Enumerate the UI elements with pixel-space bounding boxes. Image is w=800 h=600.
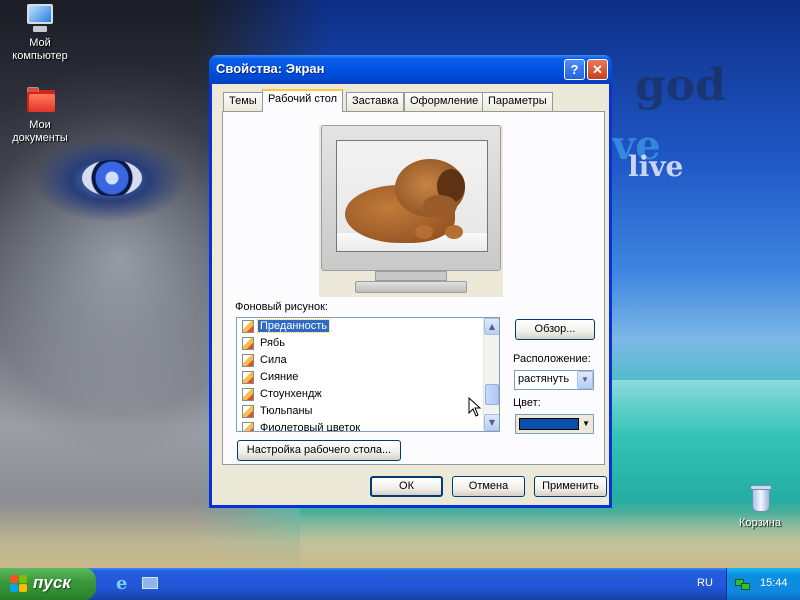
help-button[interactable]: ? [564,59,585,80]
desktop-tab-panel: Фоновый рисунок: Преданность Рябь Сила С… [222,111,605,465]
scroll-up-arrow-icon[interactable]: ▲ [484,318,499,335]
desktop-icon-label: Мои [29,119,51,131]
my-documents-folder-icon [24,84,56,116]
image-file-icon [242,371,254,384]
desktop-icon-my-documents[interactable]: Мои документы [2,84,78,145]
wallpaper-beach-image [0,500,800,568]
wallpaper-item-label: Тюльпаны [260,405,313,417]
position-value: растянуть [518,373,570,385]
wallpaper-list-item[interactable]: Фиолетовый цветок [237,420,499,432]
desktop-icon-my-computer[interactable]: Мой компьютер [2,2,78,63]
tab-appearance[interactable]: Оформление [404,92,485,111]
mouse-cursor-icon [468,397,482,417]
desktop-icon-label: документы [12,132,68,144]
dialog-titlebar[interactable]: Свойства: Экран ? ✕ [209,55,612,84]
network-icon[interactable] [735,577,751,591]
recycle-bin-icon [744,482,776,514]
wallpaper-list[interactable]: Преданность Рябь Сила Сияние Стоунхендж … [236,317,500,432]
wallpaper-label: Фоновый рисунок: [235,301,328,313]
apply-button[interactable]: Применить [534,476,607,497]
desktop-icon-label: Корзина [739,517,781,529]
color-swatch [519,418,579,430]
color-label: Цвет: [513,397,541,409]
internet-explorer-icon[interactable]: e [116,574,136,594]
desktop-icon-label: Мой [29,37,51,49]
scroll-down-arrow-icon[interactable]: ▼ [484,414,499,431]
dialog-title: Свойства: Экран [216,61,325,76]
monitor-frame [321,125,501,271]
image-file-icon [242,388,254,401]
tab-screensaver[interactable]: Заставка [346,92,405,111]
image-file-icon [242,320,254,333]
ok-button[interactable]: ОК [370,476,443,497]
wallpaper-item-label: Сияние [260,371,299,383]
wallpaper-list-item[interactable]: Сияние [237,369,499,386]
scroll-thumb[interactable] [485,384,499,405]
image-file-icon [242,405,254,418]
tab-desktop[interactable]: Рабочий стол [262,89,344,112]
chevron-down-icon[interactable]: ▼ [577,371,593,389]
position-label: Расположение: [513,353,591,365]
my-computer-icon [24,2,56,34]
wallpaper-item-label: Стоунхендж [260,388,322,400]
help-icon: ? [570,62,579,77]
color-picker-button[interactable]: ▼ [515,414,594,434]
wallpaper-item-label: Рябь [260,337,285,349]
close-button[interactable]: ✕ [587,59,608,80]
show-desktop-icon[interactable] [140,574,160,594]
desktop-icon-recycle-bin[interactable]: Корзина [722,482,798,530]
taskbar: пуск e RU 15:44 [0,568,800,600]
tab-settings[interactable]: Параметры [482,92,553,111]
image-file-icon [242,354,254,367]
monitor-neck [375,271,447,281]
chevron-down-icon: ▼ [582,419,590,428]
clock[interactable]: 15:44 [760,577,788,589]
wallpaper-list-item[interactable]: Преданность [237,318,499,335]
puppy-preview-image [337,141,487,251]
position-dropdown[interactable]: растянуть ▼ [514,370,594,390]
start-button[interactable]: пуск [0,568,96,600]
wallpaper-preview [336,140,488,252]
start-label: пуск [33,573,71,592]
cancel-button[interactable]: Отмена [452,476,525,497]
customize-desktop-button[interactable]: Настройка рабочего стола... [237,440,401,461]
desktop-icon-label: компьютер [12,50,68,62]
language-indicator[interactable]: RU [697,577,713,589]
wallpaper-text-god: god [635,60,726,111]
windows-logo-icon [10,575,28,593]
browse-button[interactable]: Обзор... [515,319,595,340]
wallpaper-item-label: Преданность [257,319,330,333]
wallpaper-list-item[interactable]: Тюльпаны [237,403,499,420]
wallpaper-eye-image [82,160,142,196]
close-icon: ✕ [592,61,603,77]
wallpaper-text-live: live [628,150,684,183]
monitor-base [355,281,467,293]
wallpaper-list-item[interactable]: Рябь [237,335,499,352]
wallpaper-item-label: Фиолетовый цветок [260,422,361,432]
monitor-preview [319,125,503,297]
system-tray: 15:44 [726,568,800,600]
wallpaper-list-item[interactable]: Сила [237,352,499,369]
image-file-icon [242,337,254,350]
display-properties-dialog: Свойства: Экран ? ✕ Темы Рабочий стол За… [209,55,612,508]
wallpaper-list-scrollbar[interactable]: ▲ ▼ [483,318,499,431]
wallpaper-list-item[interactable]: Стоунхендж [237,386,499,403]
tab-themes[interactable]: Темы [223,92,263,111]
image-file-icon [242,422,254,431]
wallpaper-item-label: Сила [260,354,287,366]
